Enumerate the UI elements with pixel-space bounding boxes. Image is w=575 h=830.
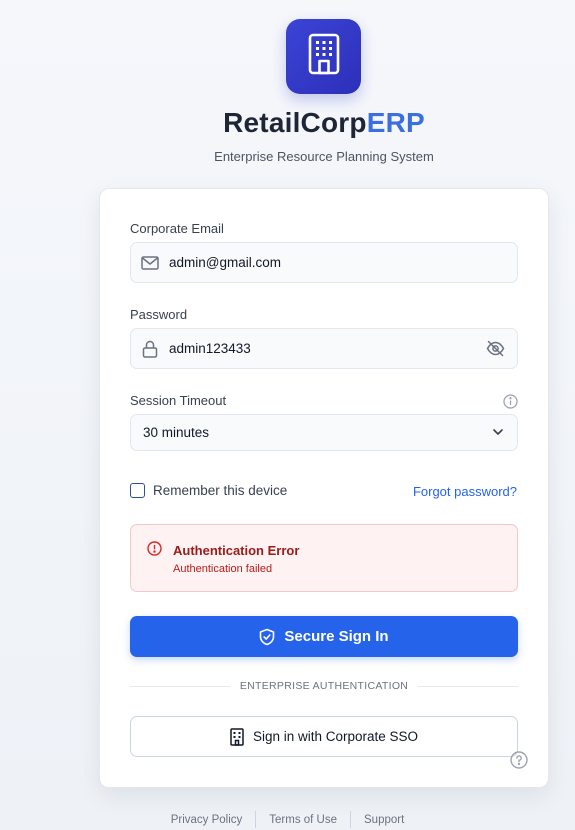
lock-icon: [131, 340, 169, 358]
error-alert: Authentication Error Authentication fail…: [130, 524, 518, 592]
remember-device[interactable]: Remember this device: [130, 483, 287, 498]
password-field[interactable]: admin123433: [130, 328, 518, 369]
brand-logo: [286, 19, 361, 94]
brand-name-main: RetailCorp: [223, 107, 367, 138]
session-timeout-label: Session Timeout: [130, 393, 227, 408]
divider-line-right: [418, 685, 519, 687]
chevron-down-icon: [491, 425, 505, 444]
forgot-password-link[interactable]: Forgot password?: [413, 484, 517, 499]
session-timeout-select[interactable]: 30 minutes: [130, 414, 518, 451]
mail-icon: [131, 255, 169, 270]
auth-divider: ENTERPRISE AUTHENTICATION: [130, 678, 519, 694]
password-label: Password: [130, 307, 188, 322]
building-icon: [307, 32, 341, 81]
remember-device-checkbox[interactable]: [130, 483, 145, 498]
brand-name: RetailCorpERP: [0, 107, 575, 139]
divider-line-left: [130, 685, 230, 687]
footer-links: Privacy Policy Terms of Use Support: [0, 811, 575, 828]
alert-circle-icon: [147, 541, 162, 561]
eye-off-icon[interactable]: [486, 340, 505, 362]
sso-button[interactable]: Sign in with Corporate SSO: [130, 716, 518, 757]
secure-sign-in-label: Secure Sign In: [284, 628, 389, 645]
password-value: admin123433: [169, 341, 251, 356]
terms-of-use-link[interactable]: Terms of Use: [256, 814, 350, 826]
remember-device-label: Remember this device: [153, 483, 288, 498]
divider-text: ENTERPRISE AUTHENTICATION: [239, 680, 409, 692]
privacy-policy-link[interactable]: Privacy Policy: [158, 814, 256, 826]
sso-button-label: Sign in with Corporate SSO: [252, 729, 419, 744]
session-timeout-value: 30 minutes: [143, 425, 210, 440]
error-alert-message: Authentication failed: [173, 563, 273, 575]
error-alert-title: Authentication Error: [173, 543, 300, 558]
email-field[interactable]: admin@gmail.com: [130, 242, 518, 283]
shield-check-icon: [259, 628, 275, 646]
brand-tagline: Enterprise Resource Planning System: [214, 149, 434, 164]
login-page: RetailCorpERP Enterprise Resource Planni…: [0, 0, 575, 830]
support-link[interactable]: Support: [351, 814, 417, 826]
building-icon: [230, 727, 244, 746]
secure-sign-in-button[interactable]: Secure Sign In: [130, 616, 518, 657]
login-card: Corporate Email admin@gmail.com Password…: [99, 188, 549, 788]
help-icon[interactable]: [510, 751, 528, 774]
brand-name-accent: ERP: [366, 107, 425, 138]
info-icon[interactable]: [503, 394, 518, 414]
email-value: admin@gmail.com: [169, 255, 281, 270]
email-label: Corporate Email: [130, 221, 224, 236]
